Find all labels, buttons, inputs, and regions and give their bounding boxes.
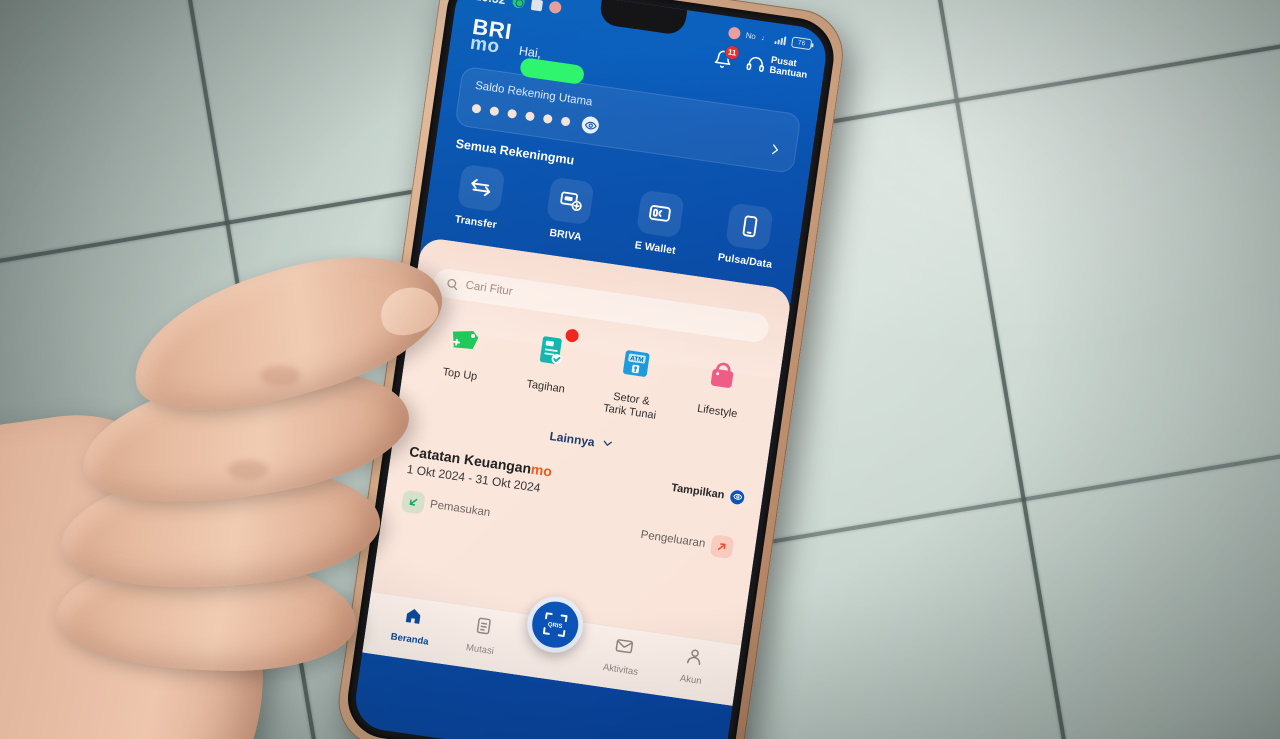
help-center-button[interactable]: Pusat Bantuan: [745, 52, 809, 82]
quick-action-label: Pulsa/Data: [717, 250, 773, 271]
mask-dot: [489, 106, 500, 117]
feature-notification-badge: [564, 327, 580, 343]
feature-setor-tarik-tunai[interactable]: ATM Setor & Tarik Tunai: [594, 337, 675, 425]
nav-item-mutasi[interactable]: Mutasi: [450, 612, 513, 661]
quick-action-ewallet[interactable]: E Wallet: [622, 188, 696, 259]
bill-document-icon: [526, 326, 580, 376]
expense-summary: Pengeluaran: [639, 524, 735, 559]
photo-scene: 10.52 No ♩ 76: [0, 0, 1280, 739]
chevron-right-icon[interactable]: [767, 142, 782, 162]
nav-label: Mutasi: [465, 641, 495, 657]
income-summary: Pemasukan: [400, 489, 492, 523]
headset-icon: [746, 56, 765, 72]
feature-tagihan[interactable]: Tagihan: [508, 324, 589, 412]
search-placeholder: Cari Fitur: [464, 279, 514, 299]
quick-action-transfer[interactable]: Transfer: [442, 162, 516, 233]
knuckle: [260, 366, 300, 386]
phone-device: 10.52 No ♩ 76: [332, 0, 849, 739]
quick-action-pulsa-data[interactable]: Pulsa/Data: [712, 201, 786, 272]
help-center-label: Pusat Bantuan: [769, 55, 810, 82]
nav-item-aktivitas[interactable]: Aktivitas: [591, 632, 654, 681]
arrow-down-left-icon: [400, 489, 426, 515]
brimo-logo: BRI mo: [469, 14, 514, 58]
mask-dot: [560, 116, 571, 127]
header-actions: 11 Pusat Bantuan: [712, 43, 809, 82]
signal-icon: [774, 34, 787, 46]
topup-tag-icon: [440, 314, 490, 364]
person-icon: [686, 649, 700, 665]
briva-card-icon: [546, 176, 595, 226]
quick-action-briva[interactable]: BRIVA: [532, 175, 606, 246]
arrow-up-right-icon: [709, 533, 735, 559]
knuckle: [228, 460, 268, 480]
nav-item-beranda[interactable]: Beranda: [380, 602, 443, 651]
list-document-icon: [476, 617, 491, 634]
wallet-icon: [635, 189, 685, 238]
nav-item-akun[interactable]: Akun: [661, 642, 724, 691]
dot-icon: [548, 0, 563, 15]
bottom-navigation: Beranda Mutasi Aktivitas Akun QRIS: [362, 590, 742, 706]
vibrate-icon: ♩: [760, 32, 770, 43]
envelope-icon: [615, 638, 633, 653]
nav-label: Beranda: [390, 631, 430, 648]
quick-action-label: BRIVA: [548, 226, 583, 244]
mask-dot: [471, 103, 482, 114]
mask-dot: [524, 111, 536, 122]
feature-label: Lifestyle: [696, 402, 739, 421]
finance-record-titles: Catatan Keuanganmo 1 Okt 2024 - 31 Okt 2…: [406, 443, 553, 496]
show-amounts-button[interactable]: Tampilkan: [670, 480, 746, 505]
whatsapp-icon: [511, 0, 526, 9]
quick-action-label: E Wallet: [634, 238, 677, 257]
atm-icon: ATM: [612, 338, 662, 388]
brand-block: BRI mo Hai,: [469, 11, 586, 85]
floor-grout-line: [919, 0, 1105, 739]
mask-dot: [542, 114, 553, 125]
nav-label: Aktivitas: [602, 661, 639, 678]
eye-icon[interactable]: [580, 115, 600, 135]
transfer-arrows-icon: [456, 163, 506, 213]
qris-scan-button[interactable]: QRIS: [523, 592, 587, 657]
more-features-label: Lainnya: [548, 428, 596, 449]
expense-label: Pengeluaran: [639, 528, 707, 550]
battery-indicator: 76: [791, 35, 813, 50]
finance-record-title-suffix: mo: [530, 460, 554, 480]
home-icon: [405, 608, 420, 624]
quick-action-label: Transfer: [454, 212, 498, 231]
feature-top-up[interactable]: Top Up: [422, 312, 503, 400]
chevron-down-icon: [604, 440, 613, 446]
greeting-block: Hai,: [518, 43, 586, 85]
search-icon: [447, 278, 458, 290]
feature-label: Setor & Tarik Tunai: [594, 388, 667, 425]
mask-dot: [507, 108, 518, 120]
qr-scan-icon: QRIS: [542, 612, 568, 637]
show-amounts-label: Tampilkan: [670, 481, 726, 501]
app-icon: [530, 0, 544, 11]
alarm-icon: [727, 26, 741, 40]
phone-icon: [725, 202, 775, 251]
feature-lifestyle[interactable]: Lifestyle: [680, 349, 761, 437]
eye-icon: [729, 488, 746, 505]
feature-label: Top Up: [441, 365, 479, 383]
nav-label: Akun: [679, 672, 703, 687]
svg-text:QRIS: QRIS: [547, 622, 562, 630]
income-label: Pemasukan: [429, 498, 492, 519]
notification-bell-button[interactable]: 11: [712, 43, 741, 70]
shopping-bag-icon: [697, 351, 747, 401]
dnd-icon: No: [745, 30, 757, 41]
feature-label: Tagihan: [525, 377, 566, 396]
